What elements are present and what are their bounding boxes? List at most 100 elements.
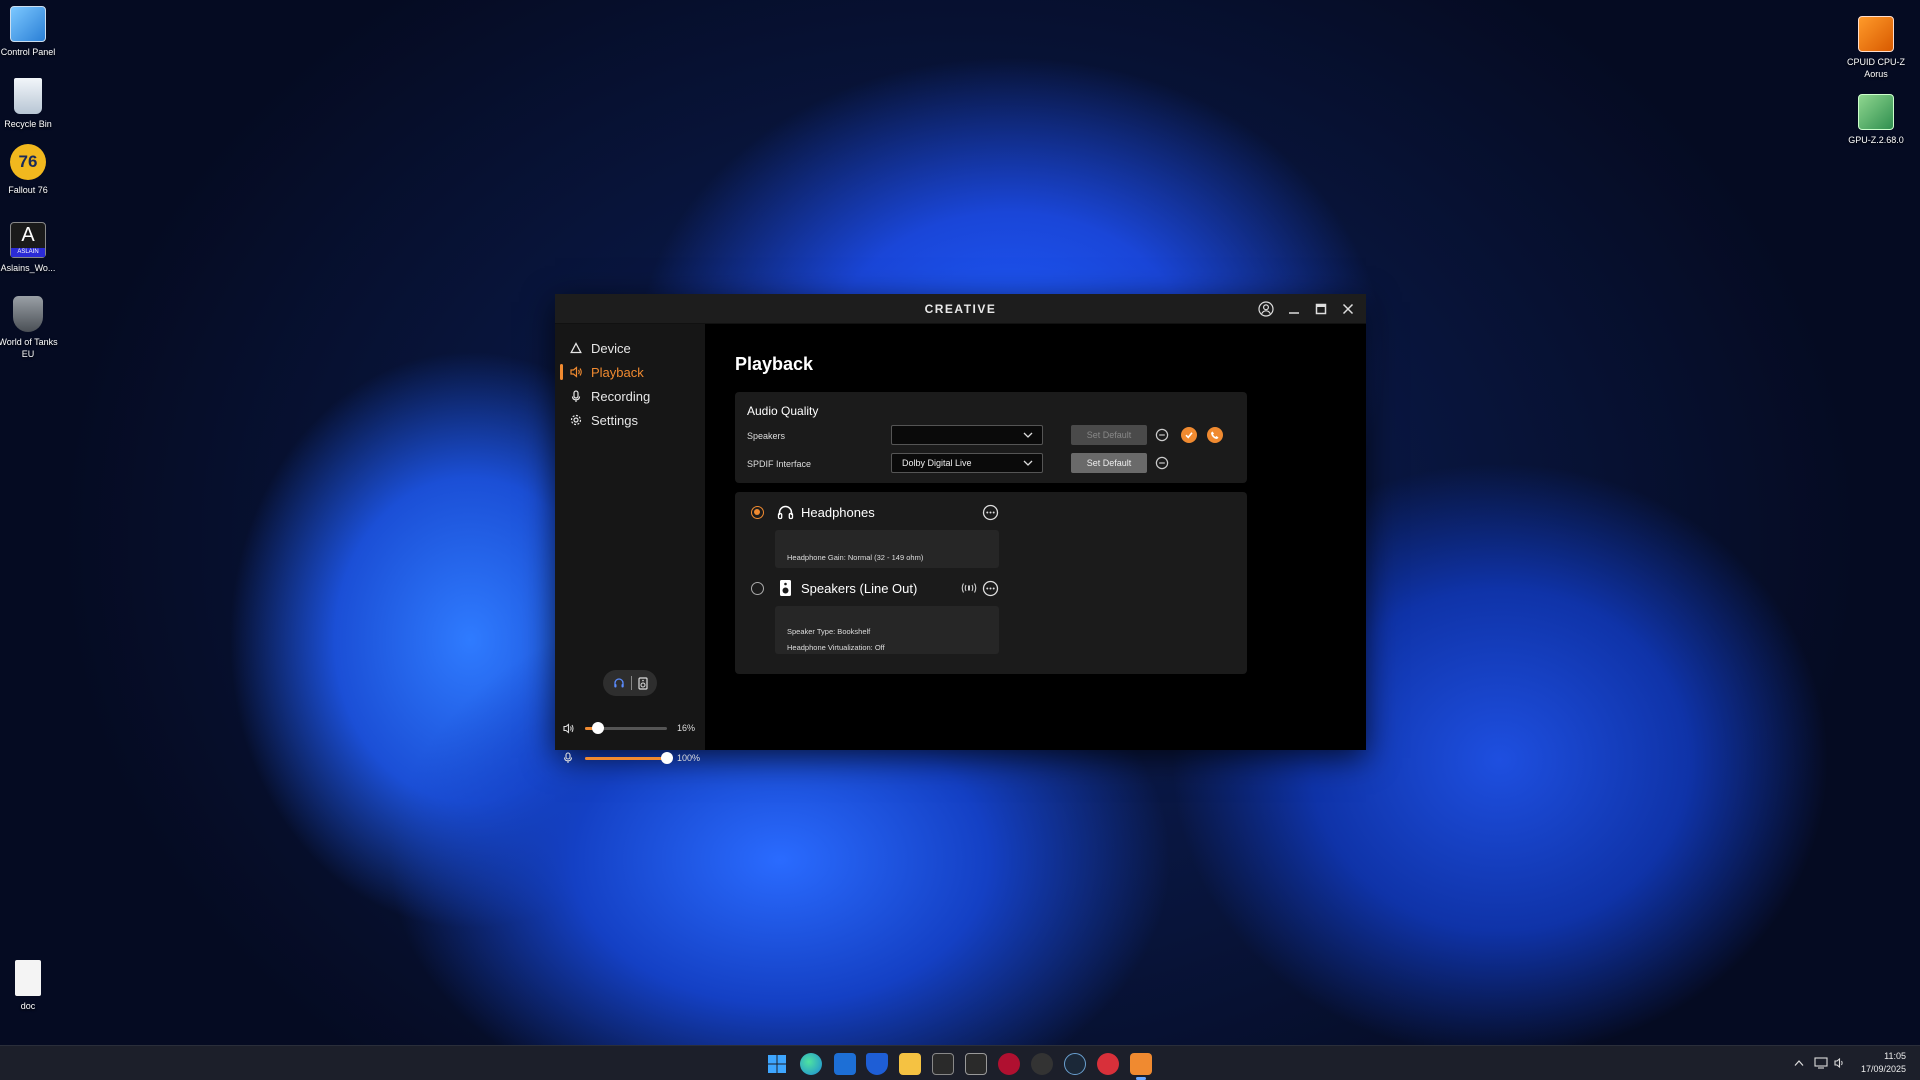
system-clock[interactable]: 11:05 17/09/2025 bbox=[1861, 1050, 1906, 1076]
app-icon[interactable] bbox=[965, 1053, 987, 1075]
steam-icon[interactable] bbox=[1064, 1053, 1086, 1075]
maximize-button[interactable] bbox=[1311, 299, 1331, 319]
detail-line: Speaker Type: Bookshelf bbox=[787, 627, 871, 636]
sidebar-item-playback[interactable]: Playback bbox=[555, 361, 705, 383]
remove-icon[interactable] bbox=[1155, 456, 1169, 470]
user-icon bbox=[1258, 301, 1274, 317]
sidebar-item-label: Device bbox=[591, 340, 631, 356]
headphones-icon[interactable] bbox=[613, 677, 625, 689]
close-icon bbox=[1342, 303, 1354, 315]
desktop-icon-label: GPU-Z.2.68.0 bbox=[1848, 135, 1904, 145]
account-button[interactable] bbox=[1256, 299, 1276, 319]
speakers-set-default-button[interactable]: Set Default bbox=[1071, 425, 1147, 445]
speakers-format-dropdown[interactable] bbox=[891, 425, 1043, 445]
more-options-icon[interactable] bbox=[982, 504, 999, 521]
cpuz-icon bbox=[1858, 16, 1894, 52]
spdif-set-default-button[interactable]: Set Default bbox=[1071, 453, 1147, 473]
desktop-icon-recycle-bin[interactable]: Recycle Bin bbox=[0, 78, 64, 130]
desktop-icon-label: Aslains_Wo... bbox=[0, 263, 56, 273]
desktop-icon-control-panel[interactable]: Control Panel bbox=[0, 6, 64, 58]
toggle-divider bbox=[630, 676, 632, 690]
remove-icon[interactable] bbox=[1155, 428, 1169, 442]
spdif-label: SPDIF Interface bbox=[747, 459, 812, 469]
desktop-icon-doc[interactable]: doc bbox=[0, 960, 64, 1012]
mic-value: 100% bbox=[677, 753, 701, 763]
clock-date: 17/09/2025 bbox=[1860, 1064, 1906, 1074]
microphone-icon[interactable] bbox=[563, 752, 573, 764]
app-icon[interactable] bbox=[1097, 1053, 1119, 1075]
mail-icon[interactable] bbox=[834, 1053, 856, 1075]
volume-slider-knob[interactable] bbox=[592, 721, 605, 734]
close-button[interactable] bbox=[1338, 299, 1358, 319]
microphone-icon bbox=[567, 389, 585, 403]
phone-icon[interactable] bbox=[1207, 427, 1223, 443]
page-title: Playback bbox=[735, 354, 814, 374]
desktop-icon-gpuz[interactable]: GPU-Z.2.68.0 bbox=[1840, 94, 1912, 146]
speakers-details[interactable]: Speaker Type: Bookshelf Headphone Virtua… bbox=[775, 606, 999, 654]
output-toggle[interactable] bbox=[603, 670, 657, 696]
speakers-radio[interactable] bbox=[751, 582, 764, 595]
volume-icon[interactable] bbox=[563, 722, 575, 734]
sidebar-item-recording[interactable]: Recording bbox=[555, 385, 705, 407]
maximize-icon bbox=[1315, 303, 1327, 315]
mic-slider-knob[interactable] bbox=[661, 751, 673, 764]
minimize-icon bbox=[1289, 312, 1299, 314]
speaker-test-icon[interactable] bbox=[960, 581, 978, 595]
sidebar-item-settings[interactable]: Settings bbox=[555, 409, 705, 431]
control-panel-icon bbox=[10, 6, 46, 42]
desktop-icon-label: Control Panel bbox=[0, 47, 56, 57]
aslain-badge: ASLAIN bbox=[11, 248, 45, 257]
start-button[interactable] bbox=[766, 1053, 788, 1075]
fallout-76-icon: 76 bbox=[10, 144, 46, 180]
checkmark-icon[interactable] bbox=[1181, 427, 1197, 443]
chevron-up-icon[interactable] bbox=[1794, 1059, 1804, 1067]
desktop-icon-world-of-tanks[interactable]: World of Tanks EU bbox=[0, 296, 64, 360]
desktop-icon-aslain[interactable]: A ASLAIN Aslains_Wo... bbox=[0, 222, 64, 274]
volume-slider[interactable] bbox=[585, 721, 667, 734]
desktop-icon-label: Recycle Bin bbox=[4, 119, 52, 129]
speaker-icon bbox=[567, 366, 585, 378]
mic-slider-fill bbox=[585, 756, 667, 760]
volume-icon[interactable] bbox=[1834, 1057, 1846, 1069]
gpuz-icon bbox=[1858, 94, 1894, 130]
desktop-icon-cpuz[interactable]: CPUID CPU-Z Aorus bbox=[1840, 16, 1912, 80]
app-icon[interactable] bbox=[1031, 1053, 1053, 1075]
speaker-box-icon bbox=[780, 580, 791, 596]
gear-icon bbox=[567, 414, 585, 426]
audio-quality-title: Audio Quality bbox=[747, 404, 819, 418]
playback-panel: Playback Audio Quality Speakers Set Defa… bbox=[705, 324, 1366, 750]
desktop-icon-label: Fallout 76 bbox=[8, 185, 48, 195]
minimize-button[interactable] bbox=[1284, 299, 1304, 319]
desktop-icon-label: doc bbox=[20, 1001, 36, 1011]
edge-icon[interactable] bbox=[800, 1053, 822, 1075]
spdif-format-dropdown[interactable]: Dolby Digital Live bbox=[891, 453, 1043, 473]
desktop-icon-fallout-76[interactable]: 76 Fallout 76 bbox=[0, 144, 64, 196]
more-options-icon[interactable] bbox=[982, 580, 999, 597]
headphones-radio[interactable] bbox=[751, 506, 764, 519]
devices-card: Headphones Headphone Gain: Normal (32 - … bbox=[735, 492, 1247, 674]
sidebar: Device Playback Recording Settings 16% 1… bbox=[555, 324, 705, 764]
headphones-icon bbox=[777, 505, 794, 520]
aslain-icon: A ASLAIN bbox=[10, 222, 46, 258]
chevron-down-icon bbox=[1023, 432, 1033, 438]
app-icon[interactable] bbox=[932, 1053, 954, 1075]
recycle-bin-icon bbox=[14, 78, 42, 114]
document-icon bbox=[15, 960, 41, 996]
sidebar-item-label: Playback bbox=[591, 364, 644, 380]
chevron-down-icon bbox=[1023, 460, 1033, 466]
headphones-details[interactable]: Headphone Gain: Normal (32 - 149 ohm) bbox=[775, 530, 999, 568]
app-icon[interactable] bbox=[998, 1053, 1020, 1075]
creative-app-taskbar-icon[interactable] bbox=[1130, 1053, 1152, 1075]
mic-slider[interactable] bbox=[585, 751, 673, 764]
file-explorer-icon[interactable] bbox=[899, 1053, 921, 1075]
headphones-name: Headphones bbox=[801, 505, 875, 520]
sidebar-item-label: Recording bbox=[591, 388, 651, 404]
sidebar-item-device[interactable]: Device bbox=[555, 337, 705, 359]
detail-line: Headphone Virtualization: Off bbox=[787, 643, 885, 652]
defender-icon[interactable] bbox=[866, 1053, 888, 1075]
title-bar[interactable]: CREATIVE bbox=[555, 294, 1366, 324]
speaker-box-icon[interactable] bbox=[637, 676, 648, 690]
network-icon[interactable] bbox=[1814, 1057, 1828, 1069]
mic-slider-row: 100% bbox=[563, 750, 703, 766]
speakers-label: Speakers bbox=[747, 431, 786, 441]
